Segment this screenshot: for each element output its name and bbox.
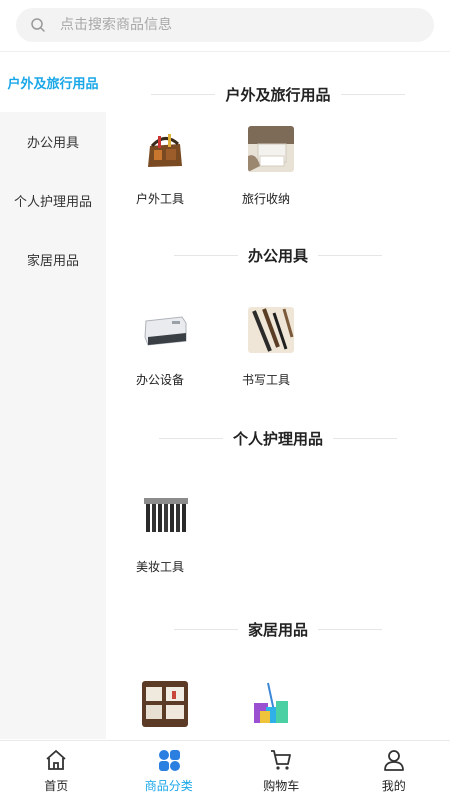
tab-cart[interactable]: 购物车 — [225, 741, 338, 800]
tab-label: 商品分类 — [144, 779, 193, 793]
tab-label: 购物车 — [263, 779, 300, 793]
travel-storage-image — [248, 126, 294, 172]
sidebar-item-home[interactable]: 家居用品 — [0, 230, 106, 289]
sidebar-item-outdoor[interactable]: 户外及旅行用品 — [0, 53, 106, 112]
category-sidebar: 户外及旅行用品 办公用具 个人护理用品 家居用品 — [0, 53, 106, 739]
product-label: 户外工具 — [136, 192, 185, 206]
search-icon — [30, 17, 46, 33]
product-card-office-equipment[interactable]: 办公设备 — [136, 307, 242, 388]
product-card-outdoor-tools[interactable]: 户外工具 — [136, 126, 242, 207]
product-card-travel-storage[interactable]: 旅行收纳 — [242, 126, 348, 207]
tab-mine[interactable]: 我的 — [338, 741, 450, 800]
product-card-home-2[interactable] — [242, 681, 348, 739]
section-title-outdoor: 户外及旅行用品 — [106, 74, 450, 114]
makeup-tools-image — [142, 494, 188, 540]
tab-home[interactable]: 首页 — [0, 741, 113, 800]
section-title-text: 办公用具 — [247, 246, 308, 265]
section-title-office: 办公用具 — [106, 235, 450, 275]
search-bar — [0, 0, 450, 52]
sidebar-item-office[interactable]: 办公用具 — [0, 112, 106, 171]
cart-icon — [268, 747, 294, 773]
user-icon — [381, 747, 407, 773]
home-cleaning-image — [248, 681, 294, 727]
product-label: 美妆工具 — [136, 560, 185, 574]
bottom-tabbar: 首页 商品分类 购物车 我的 — [0, 740, 450, 800]
product-card-home-1[interactable] — [136, 681, 242, 739]
product-card-makeup-tools[interactable]: 美妆工具 — [136, 494, 242, 575]
search-input[interactable] — [60, 17, 400, 33]
section-title-text: 家居用品 — [247, 620, 308, 639]
tab-label: 我的 — [381, 779, 406, 793]
section-title-personal-care: 个人护理用品 — [106, 418, 450, 458]
sidebar-item-personal-care[interactable]: 个人护理用品 — [0, 171, 106, 230]
writing-tools-image — [248, 307, 294, 353]
product-label: 旅行收纳 — [242, 192, 291, 206]
section-title-home: 家居用品 — [106, 609, 450, 649]
section-title-text: 户外及旅行用品 — [225, 85, 331, 104]
home-icon — [43, 747, 69, 773]
product-label: 办公设备 — [136, 373, 185, 387]
office-equipment-image — [142, 307, 188, 353]
tab-label: 首页 — [44, 779, 69, 793]
product-label: 书写工具 — [242, 373, 291, 387]
outdoor-tools-image — [142, 126, 188, 172]
category-content: 户外及旅行用品 户外工具 旅行收纳 办公用具 办公设备 书写工具 个人护理用品 … — [106, 53, 450, 739]
section-title-text: 个人护理用品 — [232, 429, 323, 448]
home-storage-image — [142, 681, 188, 727]
tab-category[interactable]: 商品分类 — [113, 741, 226, 800]
product-card-writing-tools[interactable]: 书写工具 — [242, 307, 348, 388]
category-icon — [156, 747, 182, 773]
search-box[interactable] — [16, 8, 434, 42]
